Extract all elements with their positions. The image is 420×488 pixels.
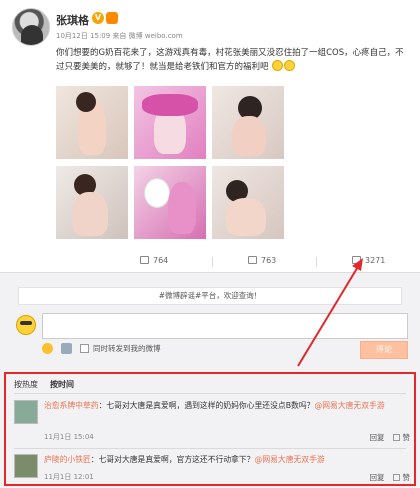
comment-tools: 同时转发到我的微博 <box>42 343 161 354</box>
sort-by-time-tab[interactable]: 按时间 <box>50 380 74 389</box>
notice-text: #微博辟谣#平台，欢迎查询！ <box>158 291 262 300</box>
post-text-body: 你们想要的G奶百花来了，这游戏真有毒，村花张美丽又没忍住拍了一组COS，心疼自己… <box>56 48 404 72</box>
photo-1[interactable] <box>56 86 128 159</box>
comment-input[interactable] <box>42 313 408 339</box>
avatar[interactable] <box>14 400 38 424</box>
image-icon[interactable] <box>61 343 72 354</box>
forward-checkbox[interactable] <box>80 344 89 353</box>
reply-button[interactable]: 回复 <box>370 433 385 442</box>
forward-icon <box>140 256 149 264</box>
photo-3[interactable] <box>212 86 284 159</box>
comment-actions: 回复 赞 <box>362 432 411 443</box>
sort-by-hot-tab[interactable]: 按热度 <box>14 380 38 389</box>
mention-link[interactable]: @网易大唐无双手游 <box>314 401 384 410</box>
submit-comment-button[interactable]: 评论 <box>360 341 408 359</box>
comment-body: ：七哥对大唐是真爱啊，官方这还不行动拿下？ <box>90 455 255 464</box>
post-text: 你们想要的G奶百花来了，这游戏真有毒，村花张美丽又没忍住拍了一组COS，心疼自己… <box>56 46 412 74</box>
post-actions: 764 763 3271 <box>0 252 420 272</box>
thumbs-up-icon <box>352 256 361 264</box>
comment-icon <box>248 256 257 264</box>
photo-2[interactable] <box>134 86 206 159</box>
like-label[interactable]: 赞 <box>403 473 411 482</box>
photo-6[interactable] <box>212 166 284 239</box>
weibo-post: 张琪格 V 10月12日 15:09 来自 微博 weibo.com 你们想要的… <box>0 0 420 272</box>
photo-5[interactable] <box>134 166 206 239</box>
comment-username[interactable]: 治愈系牌中草药 <box>44 401 99 410</box>
medal-icon <box>106 12 118 24</box>
comment-text: 庐陵的小铁匠：七哥对大唐是真爱啊，官方这还不行动拿下？@网易大唐无双手游 <box>44 454 410 466</box>
comment-body: ：七哥对大唐是真爱啊，遇到这样的奶妈你心里还没点B数吗？ <box>98 401 315 410</box>
divider <box>212 257 213 267</box>
verified-icon: V <box>92 12 104 24</box>
comment-actions: 回复 赞 <box>362 472 411 483</box>
emoji-icon[interactable] <box>42 343 53 354</box>
comment-item: 庐陵的小铁匠：七哥对大唐是真爱啊，官方这还不行动拿下？@网易大唐无双手游 11月… <box>14 452 410 488</box>
notice-banner[interactable]: #微博辟谣#平台，欢迎查询！ <box>18 287 402 305</box>
thumbs-up-icon[interactable] <box>392 434 400 441</box>
divider <box>14 393 406 394</box>
comment-time: 11月1日 15:04 <box>44 433 94 441</box>
mention-link[interactable]: @网易大唐无双手游 <box>255 455 325 464</box>
comment-button[interactable]: 763 <box>248 256 276 265</box>
like-label[interactable]: 赞 <box>403 433 411 442</box>
forward-button[interactable]: 764 <box>140 256 168 265</box>
thumbs-up-icon[interactable] <box>392 474 400 481</box>
comment-text: 治愈系牌中草药：七哥对大唐是真爱啊，遇到这样的奶妈你心里还没点B数吗？@网易大唐… <box>44 400 410 412</box>
sort-tabs: 按热度 按时间 <box>14 379 86 390</box>
reply-button[interactable]: 回复 <box>370 473 385 482</box>
laugh-emoji-icon <box>272 60 284 71</box>
comment-item: 治愈系牌中草药：七哥对大唐是真爱啊，遇到这样的奶妈你心里还没点B数吗？@网易大唐… <box>14 398 410 448</box>
divider <box>316 257 317 267</box>
forward-checkbox-label: 同时转发到我的微博 <box>93 344 161 353</box>
forward-count: 764 <box>153 256 169 265</box>
highlighted-comments: 按热度 按时间 治愈系牌中草药：七哥对大唐是真爱啊，遇到这样的奶妈你心里还没点B数… <box>4 372 416 486</box>
laugh-emoji-icon <box>284 60 296 71</box>
username[interactable]: 张琪格 <box>56 12 89 28</box>
comment-count: 763 <box>261 256 277 265</box>
avatar[interactable] <box>12 8 50 46</box>
photo-4[interactable] <box>56 166 128 239</box>
comment-username[interactable]: 庐陵的小铁匠 <box>44 455 91 464</box>
like-count: 3271 <box>365 256 386 265</box>
post-meta: 10月12日 15:09 来自 微博 weibo.com <box>56 32 183 40</box>
avatar[interactable] <box>14 454 38 478</box>
comment-time: 11月1日 12:01 <box>44 473 94 481</box>
divider <box>14 448 406 449</box>
user-avatar-icon <box>16 315 36 335</box>
like-button[interactable]: 3271 <box>352 256 385 265</box>
